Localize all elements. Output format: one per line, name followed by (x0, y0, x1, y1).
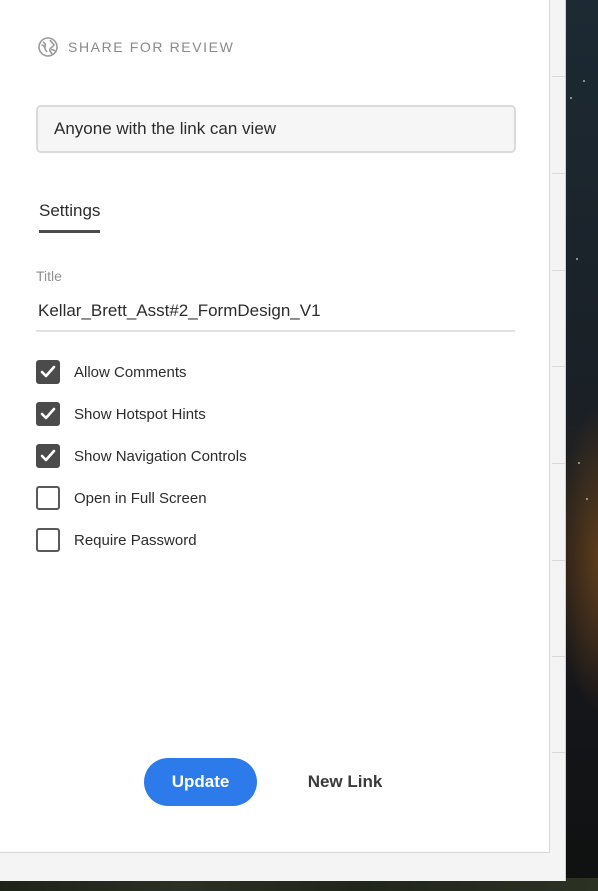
share-for-review-panel: SHARE FOR REVIEW Anyone with the link ca… (0, 0, 550, 853)
show-hotspot-hints-label: Show Hotspot Hints (74, 405, 206, 423)
option-show-hotspot-hints[interactable]: Show Hotspot Hints (36, 402, 247, 426)
title-input[interactable] (36, 292, 515, 332)
allow-comments-checkbox[interactable] (36, 360, 60, 384)
option-require-password[interactable]: Require Password (36, 528, 247, 552)
panel-header: SHARE FOR REVIEW (38, 37, 234, 57)
update-button[interactable]: Update (144, 758, 257, 806)
panel-title: SHARE FOR REVIEW (68, 39, 235, 55)
show-navigation-controls-label: Show Navigation Controls (74, 447, 247, 465)
tab-settings[interactable]: Settings (39, 201, 101, 233)
open-in-full-screen-label: Open in Full Screen (74, 489, 207, 507)
require-password-label: Require Password (74, 531, 197, 549)
checkmark-icon (40, 407, 56, 420)
globe-icon (38, 37, 58, 57)
show-hotspot-hints-checkbox[interactable] (36, 402, 60, 426)
checkmark-icon (40, 365, 56, 378)
option-allow-comments[interactable]: Allow Comments (36, 360, 247, 384)
open-in-full-screen-checkbox[interactable] (36, 486, 60, 510)
allow-comments-label: Allow Comments (74, 363, 187, 381)
link-access-value: Anyone with the link can view (54, 119, 277, 138)
require-password-checkbox[interactable] (36, 528, 60, 552)
title-field-label: Title (36, 268, 62, 284)
new-link-button[interactable]: New Link (290, 758, 400, 806)
link-access-dropdown[interactable]: Anyone with the link can view (36, 105, 516, 153)
show-navigation-controls-checkbox[interactable] (36, 444, 60, 468)
option-show-navigation-controls[interactable]: Show Navigation Controls (36, 444, 247, 468)
options-list: Allow Comments Show Hotspot Hints Show N… (36, 360, 247, 570)
option-open-in-full-screen[interactable]: Open in Full Screen (36, 486, 247, 510)
checkmark-icon (40, 449, 56, 462)
